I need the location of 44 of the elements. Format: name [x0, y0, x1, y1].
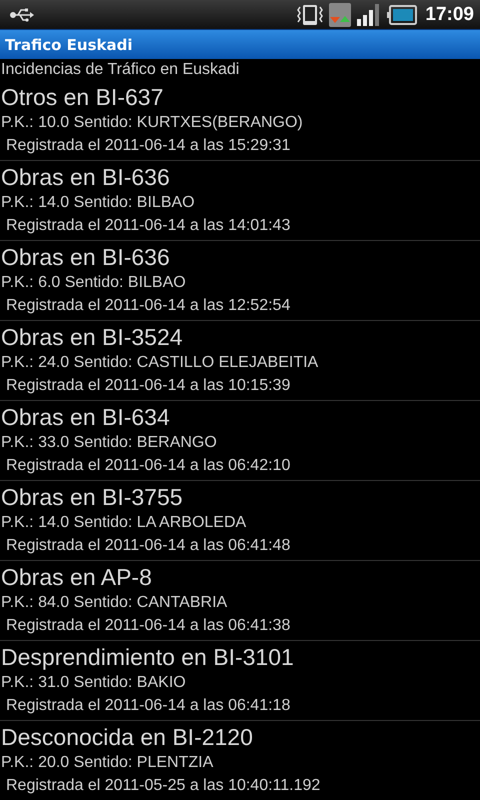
incident-item[interactable]: Obras en BI-636 P.K.: 14.0 Sentido: BILBAO Registrada el 2011-06-14 a las 14:01:43: [0, 161, 480, 241]
page-subtitle: Incidencias de Tráfico en Euskadi: [0, 60, 240, 80]
incident-title: Obras en BI-3524: [1, 323, 183, 352]
incident-title: Obras en BI-636: [1, 163, 170, 192]
incident-location: P.K.: 31.0 Sentido: BAKIO: [1, 673, 186, 693]
incident-item[interactable]: Obras en BI-634 P.K.: 33.0 Sentido: BERANGO Registrada el 2011-06-14 a las 06:42:10: [0, 401, 480, 481]
incident-date: Registrada el 2011-06-14 a las 12:52:54: [5, 296, 290, 316]
incident-date: Registrada el 2011-06-14 a las 06:41:48: [5, 536, 290, 556]
incident-title: Obras en BI-636: [1, 243, 170, 272]
incident-date: Registrada el 2011-06-14 a las 10:15:39: [5, 376, 290, 396]
vibrate-icon: [297, 2, 324, 26]
app-title: Trafico Euskadi: [5, 36, 132, 54]
incident-date: Registrada el 2011-06-14 a las 06:41:38: [5, 616, 290, 636]
incident-item[interactable]: Desprendimiento en BI-3101 P.K.: 31.0 Sentido: BAKIO Registrada el 2011-06-14 a las 06:41:18: [0, 641, 480, 721]
incident-item[interactable]: Otros en BI-637 P.K.: 10.0 Sentido: KURTXES(BERANGO) Registrada el 2011-06-14 a las 15:29:31: [0, 81, 480, 161]
incident-item[interactable]: Obras en BI-3524 P.K.: 24.0 Sentido: CASTILLO ELEJABEITIA Registrada el 2011-06-14 a las 10:15:39: [0, 321, 480, 401]
incident-location: P.K.: 20.0 Sentido: PLENTZIA: [1, 753, 214, 773]
incident-date: Registrada el 2011-05-25 a las 10:40:11.192: [5, 776, 320, 796]
incident-item[interactable]: Desconocida en BI-2120 P.K.: 20.0 Sentido: PLENTZIA Registrada el 2011-05-25 a las 10:40:11.192: [0, 721, 480, 800]
incident-title: Obras en BI-634: [1, 403, 170, 432]
incident-date: Registrada el 2011-06-14 a las 14:01:43: [5, 216, 290, 236]
incident-title: Obras en BI-3755: [1, 483, 183, 512]
incident-date: Registrada el 2011-06-14 a las 06:42:10: [5, 456, 290, 476]
incident-title: Otros en BI-637: [1, 83, 164, 112]
incident-location: P.K.: 33.0 Sentido: BERANGO: [1, 433, 217, 453]
incident-title: Desconocida en BI-2120: [1, 723, 253, 752]
signal-icon: [357, 4, 382, 26]
incident-location: P.K.: 14.0 Sentido: BILBAO: [1, 193, 195, 213]
incident-title: Desprendimiento en BI-3101: [1, 643, 294, 672]
incident-location: P.K.: 6.0 Sentido: BILBAO: [1, 273, 186, 293]
incident-item[interactable]: Obras en BI-636 P.K.: 6.0 Sentido: BILBAO Registrada el 2011-06-14 a las 12:52:54: [0, 241, 480, 321]
incident-date: Registrada el 2011-06-14 a las 06:41:18: [5, 696, 290, 716]
status-time: 17:09: [425, 4, 474, 26]
incident-date: Registrada el 2011-06-14 a las 15:29:31: [5, 136, 290, 156]
battery-icon: [387, 4, 418, 24]
incident-location: P.K.: 14.0 Sentido: LA ARBOLEDA: [1, 513, 246, 533]
incident-location: P.K.: 84.0 Sentido: CANTABRIA: [1, 593, 228, 613]
data-transfer-icon: [329, 2, 352, 26]
incident-title: Obras en AP-8: [1, 563, 152, 592]
incident-item[interactable]: Obras en BI-3755 P.K.: 14.0 Sentido: LA ARBOLEDA Registrada el 2011-06-14 a las 06:41:48: [0, 481, 480, 561]
incident-location: P.K.: 10.0 Sentido: KURTXES(BERANGO): [1, 113, 303, 133]
incident-location: P.K.: 24.0 Sentido: CASTILLO ELEJABEITIA: [1, 353, 318, 373]
usb-icon: [10, 8, 34, 22]
incident-item[interactable]: Obras en AP-8 P.K.: 84.0 Sentido: CANTABRIA Registrada el 2011-06-14 a las 06:41:38: [0, 561, 480, 641]
